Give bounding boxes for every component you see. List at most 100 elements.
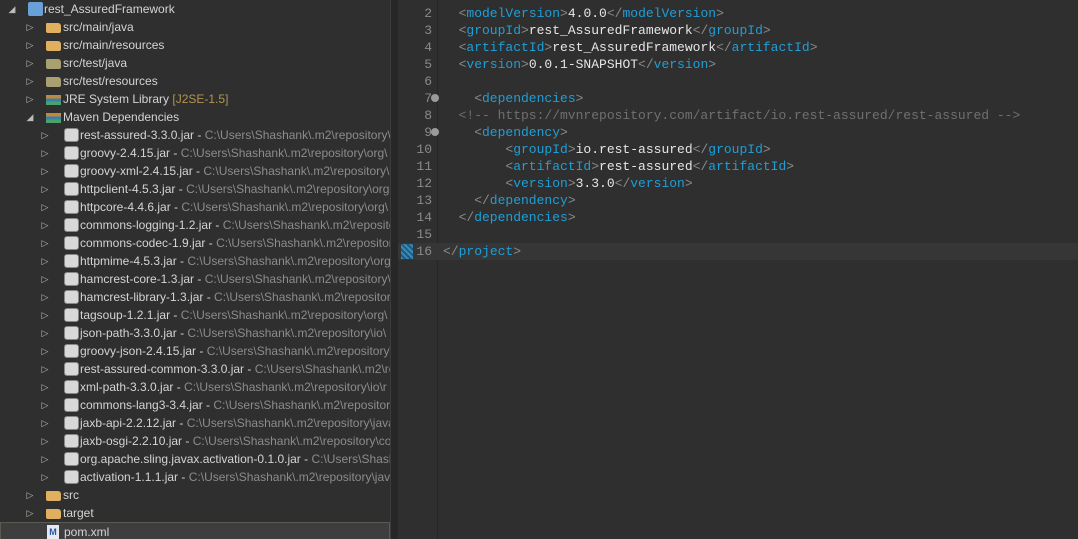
tree-item[interactable]: ▷ src/test/java <box>0 54 390 72</box>
tree-item[interactable]: ▷ commons-logging-1.2.jar - C:\Users\Shas… <box>0 216 390 234</box>
collapsed-arrow-icon[interactable]: ▷ <box>40 414 50 432</box>
item-name: src/test/resources <box>63 74 158 88</box>
jar-icon <box>64 398 79 412</box>
code-line[interactable]: 12 <version>3.3.0</version> <box>398 175 1078 192</box>
code-line[interactable]: 4 <artifactId>rest_AssuredFramework</arti… <box>398 39 1078 56</box>
tree-item[interactable]: ▷ commons-lang3-3.4.jar - C:\Users\Shasha… <box>0 396 390 414</box>
tree-item[interactable]: ▷ hamcrest-library-1.3.jar - C:\Users\Sha… <box>0 288 390 306</box>
tree-item[interactable]: ▷ json-path-3.3.0.jar - C:\Users\Shashank… <box>0 324 390 342</box>
tree-item[interactable]: ▷ commons-codec-1.9.jar - C:\Users\Shasha… <box>0 234 390 252</box>
tree-item[interactable]: ▷ groovy-2.4.15.jar - C:\Users\Shashank\.… <box>0 144 390 162</box>
code-line[interactable]: 6 <box>398 73 1078 90</box>
tree-item[interactable]: ▷ httpclient-4.5.3.jar - C:\Users\Shashan… <box>0 180 390 198</box>
code-line[interactable]: 7 <dependencies> <box>398 90 1078 107</box>
tree-item[interactable]: ▷ httpcore-4.4.6.jar - C:\Users\Shashank\… <box>0 198 390 216</box>
code-line[interactable]: 2 <modelVersion>4.0.0</modelVersion> <box>398 5 1078 22</box>
tree-item[interactable]: ▷ rest-assured-3.3.0.jar - C:\Users\Shash… <box>0 126 390 144</box>
code-token: rest-assured <box>599 159 693 174</box>
collapsed-arrow-icon[interactable]: ▷ <box>40 234 50 252</box>
collapsed-arrow-icon[interactable]: ▷ <box>40 360 50 378</box>
code-line[interactable]: 14 </dependencies> <box>398 209 1078 226</box>
line-number: 13 <box>416 193 432 208</box>
code-line[interactable]: 8 <!-- https://mvnrepository.com/artifact… <box>398 107 1078 124</box>
code-token: > <box>521 23 529 38</box>
tree-item[interactable]: ▷ src <box>0 486 390 504</box>
tree-item[interactable]: ▷ groovy-xml-2.4.15.jar - C:\Users\Shasha… <box>0 162 390 180</box>
item-path: C:\Users\Shashank\.m2\repository\ <box>203 164 390 178</box>
tree-item[interactable]: Mpom.xml <box>0 522 390 539</box>
collapsed-arrow-icon[interactable]: ▷ <box>40 396 50 414</box>
tree-item[interactable]: ▷ activation-1.1.1.jar - C:\Users\Shashan… <box>0 468 390 486</box>
collapsed-arrow-icon[interactable]: ▷ <box>25 486 35 504</box>
tree-item[interactable]: ▷ xml-path-3.3.0.jar - C:\Users\Shashank\… <box>0 378 390 396</box>
collapsed-arrow-icon[interactable]: ▷ <box>25 36 35 54</box>
fold-toggle-icon[interactable] <box>431 94 439 102</box>
item-name: src/main/java <box>63 20 134 34</box>
collapsed-arrow-icon[interactable]: ▷ <box>40 216 50 234</box>
item-name: xml-path-3.3.0.jar <box>80 380 174 394</box>
collapsed-arrow-icon[interactable]: ▷ <box>40 162 50 180</box>
code-token: > <box>591 159 600 174</box>
tree-item[interactable]: ▷ tagsoup-1.2.1.jar - C:\Users\Shashank\.… <box>0 306 390 324</box>
source-folder-icon <box>46 23 61 33</box>
line-number: 14 <box>416 210 432 225</box>
code-token: 4.0.0 <box>567 6 607 21</box>
code-line[interactable]: 15 <box>398 226 1078 243</box>
tree-item[interactable]: ▷ src/main/resources <box>0 36 390 54</box>
test-source-folder-icon <box>46 59 61 69</box>
collapsed-arrow-icon[interactable]: ▷ <box>40 306 50 324</box>
collapsed-arrow-icon[interactable]: ▷ <box>40 342 50 360</box>
code-token: > <box>567 193 576 208</box>
collapsed-arrow-icon[interactable]: ▷ <box>40 180 50 198</box>
tree-item[interactable]: ▷ target <box>0 504 390 522</box>
item-name: Maven Dependencies <box>63 110 180 124</box>
collapsed-arrow-icon[interactable]: ▷ <box>40 468 50 486</box>
code-line[interactable]: 13 </dependency> <box>398 192 1078 209</box>
tree-item-label: target <box>63 504 94 522</box>
code-line[interactable]: 11 <artifactId>rest-assured</artifactId> <box>398 158 1078 175</box>
tree-item[interactable]: ▷ src/main/java <box>0 18 390 36</box>
tree-item-label: json-path-3.3.0.jar - C:\Users\Shashank\… <box>80 326 387 340</box>
panel-splitter[interactable] <box>390 0 398 539</box>
collapsed-arrow-icon[interactable]: ▷ <box>40 270 50 288</box>
tree-item[interactable]: ◢ Maven Dependencies <box>0 108 390 126</box>
tree-item[interactable]: ▷ JRE System Library [J2SE-1.5] <box>0 90 390 108</box>
collapsed-arrow-icon[interactable]: ▷ <box>40 126 50 144</box>
code-line[interactable]: 10 <groupId>io.rest-assured</groupId> <box>398 141 1078 158</box>
fold-toggle-icon[interactable] <box>431 128 439 136</box>
line-number: 6 <box>424 74 432 89</box>
xml-editor[interactable]: 12<modelVersion>4.0.0</modelVersion>3<gr… <box>398 0 1078 539</box>
collapsed-arrow-icon[interactable]: ▷ <box>40 378 50 396</box>
collapsed-arrow-icon[interactable]: ▷ <box>40 252 50 270</box>
code-line[interactable]: 5 <version>0.0.1-SNAPSHOT</version> <box>398 56 1078 73</box>
collapsed-arrow-icon[interactable]: ▷ <box>25 18 35 36</box>
tree-item[interactable]: ▷ groovy-json-2.4.15.jar - C:\Users\Shash… <box>0 342 390 360</box>
tree-item[interactable]: ▷ httpmime-4.5.3.jar - C:\Users\Shashank\… <box>0 252 390 270</box>
code-text: <artifactId>rest_AssuredFramework</artif… <box>459 39 818 56</box>
tree-item[interactable]: ▷ org.apache.sling.javax.activation-0.1.0… <box>0 450 390 468</box>
tree-item[interactable]: ▷ jaxb-api-2.2.12.jar - C:\Users\Shashank… <box>0 414 390 432</box>
tree-item[interactable]: ▷ jaxb-osgi-2.2.10.jar - C:\Users\Shashan… <box>0 432 390 450</box>
collapsed-arrow-icon[interactable]: ▷ <box>40 144 50 162</box>
tree-item[interactable]: ▷ hamcrest-core-1.3.jar - C:\Users\Shasha… <box>0 270 390 288</box>
collapsed-arrow-icon[interactable]: ▷ <box>40 198 50 216</box>
item-name: groovy-xml-2.4.15.jar <box>80 164 193 178</box>
collapsed-arrow-icon[interactable]: ▷ <box>25 90 35 108</box>
collapsed-arrow-icon[interactable]: ▷ <box>25 54 35 72</box>
code-line[interactable]: 3 <groupId>rest_AssuredFramework</groupId… <box>398 22 1078 39</box>
expanded-arrow-icon[interactable]: ◢ <box>25 108 35 126</box>
expanded-arrow-icon[interactable]: ◢ <box>7 0 17 18</box>
code-line[interactable]: 16 </project> <box>398 243 1078 260</box>
collapsed-arrow-icon[interactable]: ▷ <box>40 288 50 306</box>
collapsed-arrow-icon[interactable]: ▷ <box>25 72 35 90</box>
tree-item[interactable]: ◢ rest_AssuredFramework <box>0 0 390 18</box>
code-token: > <box>762 142 771 157</box>
code-token: > <box>560 125 568 140</box>
tree-item[interactable]: ▷ src/test/resources <box>0 72 390 90</box>
collapsed-arrow-icon[interactable]: ▷ <box>40 324 50 342</box>
code-line[interactable]: 9 <dependency> <box>398 124 1078 141</box>
tree-item[interactable]: ▷ rest-assured-common-3.3.0.jar - C:\User… <box>0 360 390 378</box>
collapsed-arrow-icon[interactable]: ▷ <box>25 504 35 522</box>
collapsed-arrow-icon[interactable]: ▷ <box>40 432 50 450</box>
collapsed-arrow-icon[interactable]: ▷ <box>40 450 50 468</box>
